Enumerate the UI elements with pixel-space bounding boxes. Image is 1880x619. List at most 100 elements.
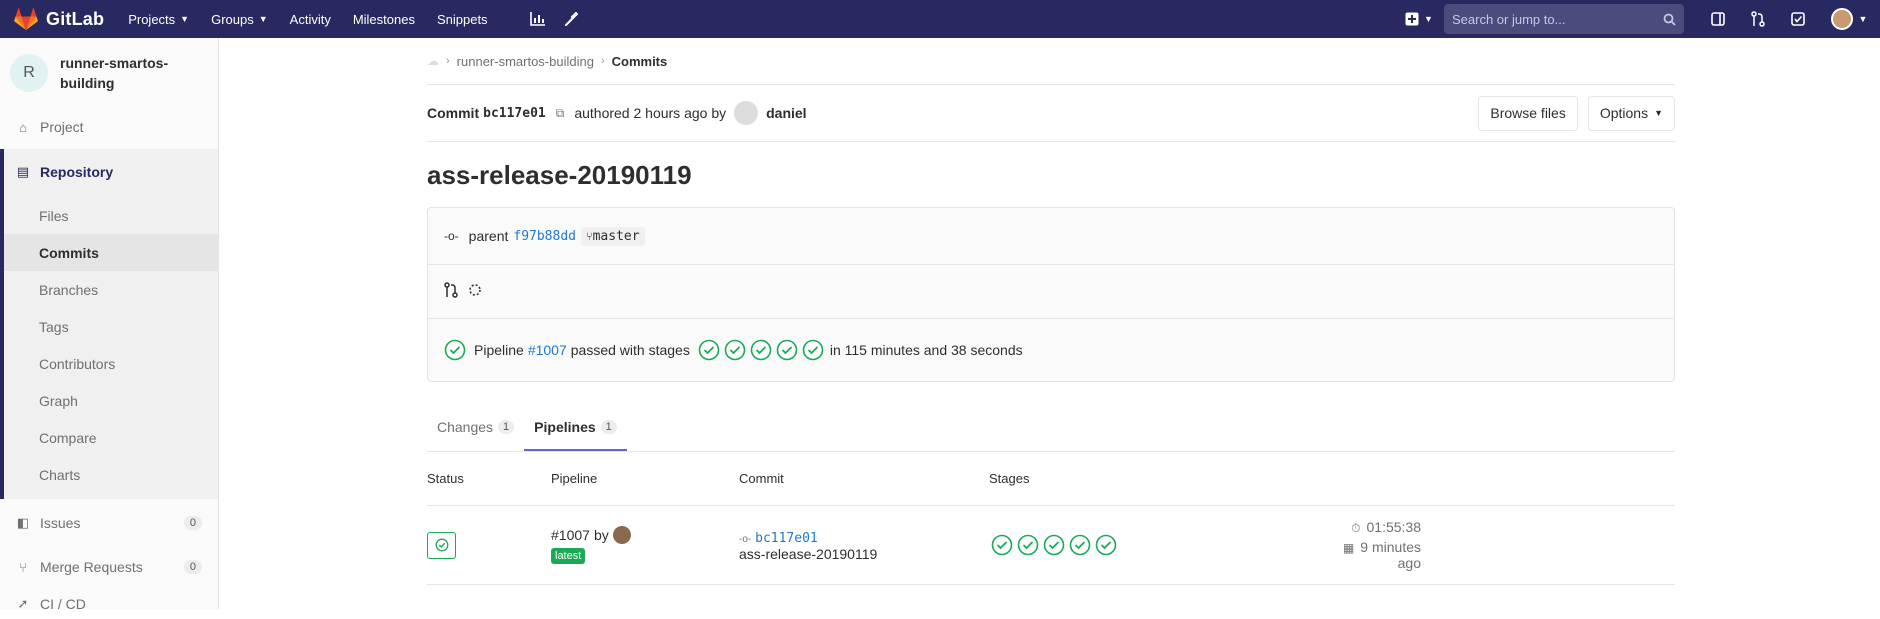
sidebar-item-ci-cd[interactable]: ➚ CI / CD [0,589,218,619]
user-menu[interactable]: ▼ [1818,0,1880,38]
sidebar-subitem-commits[interactable]: Commits [4,234,218,271]
pipeline-duration: 01:55:38 [1366,519,1422,535]
sidebar-item-label: Repository [40,164,114,180]
breadcrumb-current: Commits [611,53,668,69]
branch-name: master [592,228,640,244]
parent-label: parent [468,228,509,244]
parent-sha-link[interactable]: f97b88dd [513,229,576,244]
options-dropdown-button[interactable]: Options ▼ [1587,95,1675,131]
commit-title-link[interactable]: ass-release-20190119 [739,546,877,562]
home-icon: ⌂ [19,119,27,135]
author-avatar[interactable] [734,101,759,125]
commit-node-icon: -o- [739,533,752,545]
sidebar-item-label: CI / CD [40,596,86,612]
status-success-icon[interactable] [444,339,466,361]
stage-success-icon[interactable] [724,339,746,361]
sidebar-item-issues[interactable]: ◧ Issues 0 [0,501,218,545]
stage-success-icon[interactable] [1095,534,1117,556]
branch-icon: ⑂ [586,229,593,243]
search-box[interactable] [1444,4,1684,34]
stage-success-icon[interactable] [750,339,772,361]
brand-name: GitLab [46,8,105,29]
stage-success-icon[interactable] [1043,534,1065,556]
sidebar-toggle-icon[interactable] [1698,0,1738,38]
sidebar-subitem-compare[interactable]: Compare [4,419,218,456]
stage-success-icon[interactable] [991,534,1013,556]
sidebar-subitem-contributors[interactable]: Contributors [4,345,218,382]
row-commit-cell: -o- bc117e01 ass-release-20190119 [739,529,989,562]
sidebar-subitem-tags[interactable]: Tags [4,308,218,345]
commit-tabs: Changes 1 Pipelines 1 [427,404,1675,452]
merge-requests-row [428,265,1674,319]
pipeline-text-after: in 115 minutes and 38 seconds [829,342,1023,358]
plus-square-icon [1405,12,1419,26]
merge-request-icon [444,282,458,301]
nav-activity[interactable]: Activity [290,12,331,27]
sidebar-subitem-branches[interactable]: Branches [4,271,218,308]
nav-milestones[interactable]: Milestones [353,12,415,27]
table-row: #1007 by latest -o- bc117e01 ass-release… [427,506,1675,585]
chevron-right-icon: › [446,55,450,67]
search-input[interactable] [1452,11,1663,27]
tab-label: Pipelines [534,418,596,435]
sidebar-item-merge-requests[interactable]: ⑂ Merge Requests 0 [0,545,218,589]
pipeline-row: Pipeline #1007 passed with stages in 115… [428,319,1674,381]
stage-success-icon[interactable] [802,339,824,361]
merge-request-icon[interactable] [1738,0,1778,38]
merge-requests-count-badge: 0 [183,560,202,574]
commit-sha: bc117e01 [483,105,546,121]
sidebar-subitem-charts[interactable]: Charts [4,456,218,493]
project-header[interactable]: R runner-smartos-building [0,38,218,105]
stage-success-icon[interactable] [1017,534,1039,556]
pipeline-id-link[interactable]: #1007 [551,527,590,543]
user-avatar [1830,8,1853,30]
stage-success-icon[interactable] [776,339,798,361]
author-link[interactable]: daniel [766,105,806,121]
project-avatar: R [10,53,48,92]
parent-row: -o- parent f97b88dd ⑂master [428,208,1674,265]
status-passed-badge[interactable] [427,531,456,559]
doc-icon: ▤ [16,164,30,179]
rocket-icon: ➚ [17,596,29,611]
sidebar: R runner-smartos-building ⌂ Project ▤ Re… [0,38,219,612]
new-item-dropdown[interactable]: ▼ [1394,0,1444,38]
sidebar-item-repository[interactable]: ▤ Repository [0,149,218,195]
nav-groups[interactable]: Groups ▼ [211,12,268,27]
project-name: runner-smartos-building [60,54,169,91]
header-pipeline: Pipeline [551,471,598,486]
stage-success-icon[interactable] [698,339,720,361]
wrench-icon[interactable] [564,12,578,26]
header-commit: Commit [739,471,784,486]
gitlab-logo-link[interactable]: GitLab [14,8,104,30]
row-time-cell: ⏱ 01:55:38 ▦ 9 minutes ago [1319,519,1675,571]
pipeline-link[interactable]: #1007 [528,342,567,358]
user-avatar[interactable] [612,526,631,544]
nav-projects[interactable]: Projects ▼ [128,12,189,27]
nav-snippets[interactable]: Snippets [437,12,488,27]
row-status-cell [427,531,551,559]
stage-icons [696,339,826,361]
commit-sha-link[interactable]: bc117e01 [755,531,818,546]
pipeline-finished-time: 9 minutes ago [1360,539,1421,571]
tab-pipelines[interactable]: Pipelines 1 [524,404,627,451]
browse-files-button[interactable]: Browse files [1478,95,1578,131]
main-content: ☁ › runner-smartos-building › Commits Co… [427,38,1675,585]
tab-count: 1 [600,419,617,434]
copy-icon[interactable]: ⧉ [556,106,565,121]
tab-label: Changes [437,418,494,435]
header-stages: Stages [989,471,1030,486]
options-label: Options [1599,105,1649,121]
chevron-down-icon: ▼ [1424,14,1433,24]
todo-check-icon[interactable] [1778,0,1818,38]
sidebar-subitem-graph[interactable]: Graph [4,382,218,419]
chart-icon[interactable] [529,12,546,26]
stage-success-icon[interactable] [1069,534,1091,556]
by-text: by [593,527,609,543]
sidebar-item-project[interactable]: ⌂ Project [0,105,218,149]
merge-request-icon: ⑂ [19,559,27,575]
branch-pill[interactable]: ⑂master [581,226,645,246]
sidebar-subitem-files[interactable]: Files [4,197,218,234]
latest-badge: latest [551,548,586,564]
tab-changes[interactable]: Changes 1 [427,404,524,451]
breadcrumb-project-link[interactable]: runner-smartos-building [457,54,594,69]
